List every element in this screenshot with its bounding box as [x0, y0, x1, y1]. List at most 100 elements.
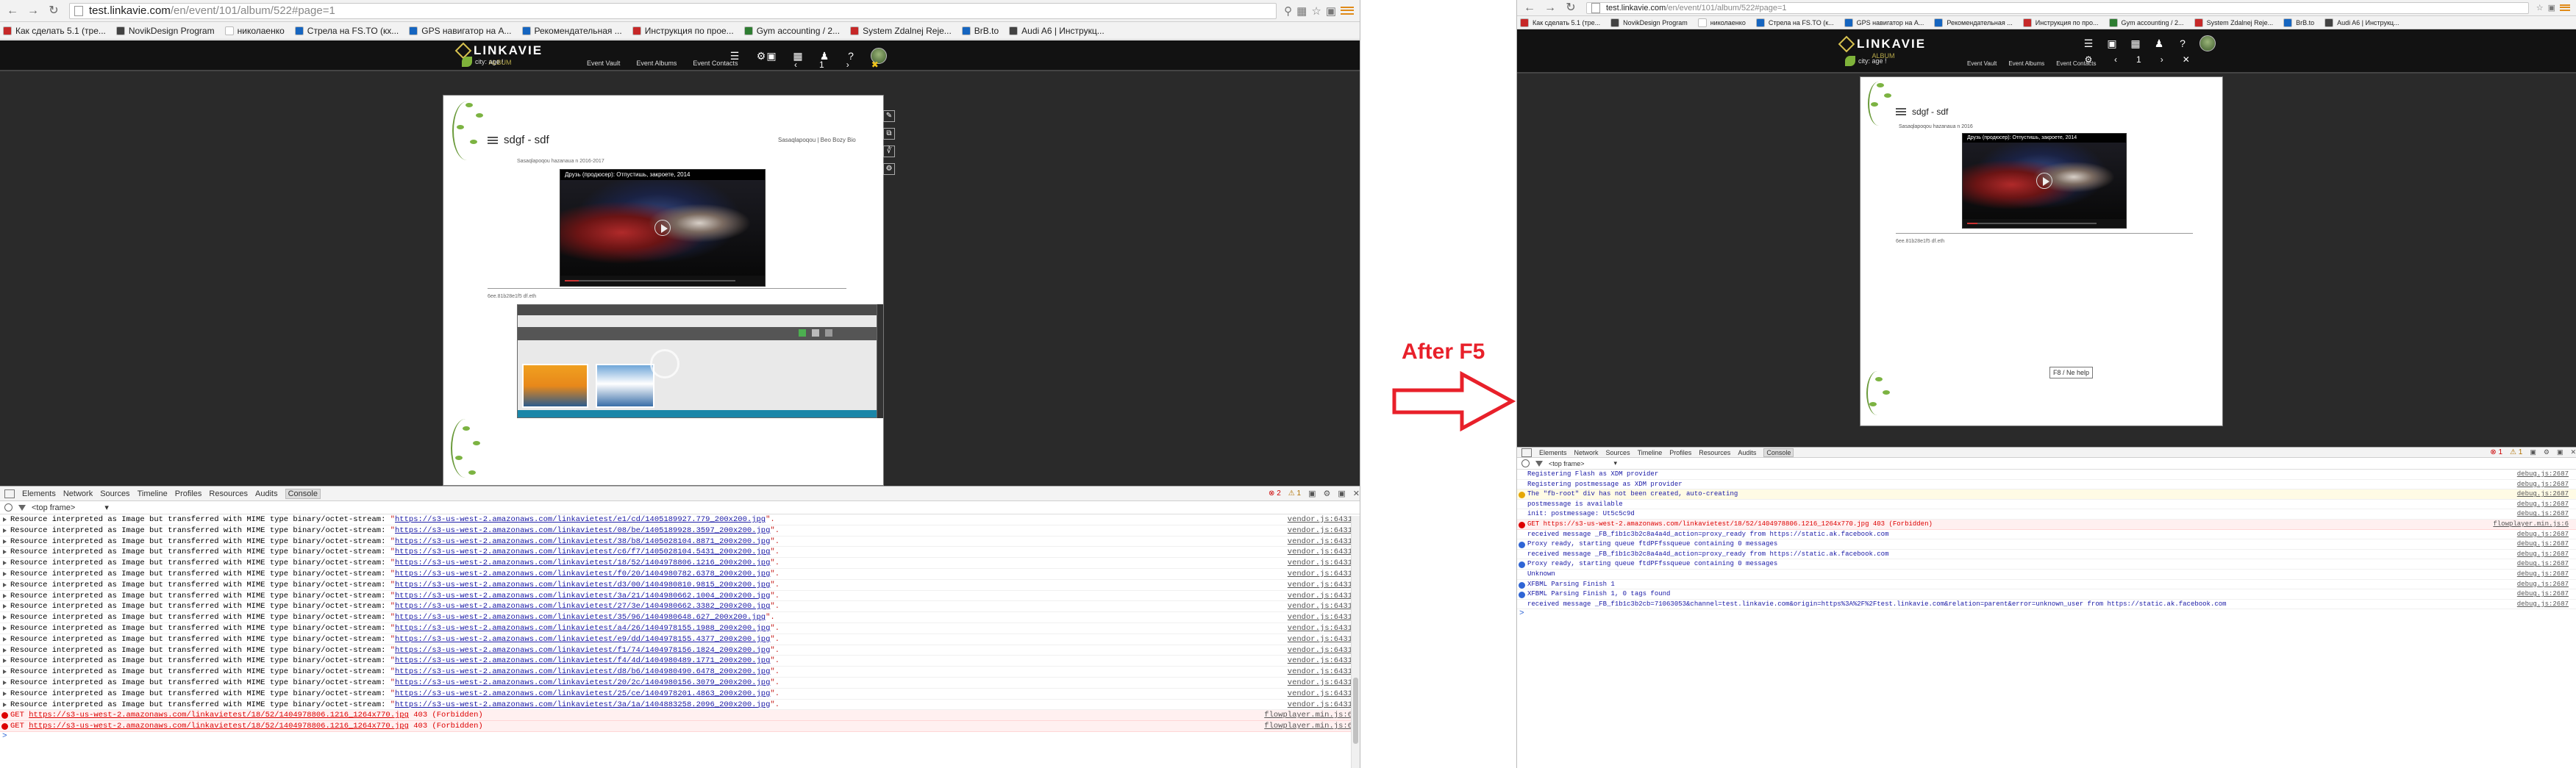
bookmark-item[interactable]: NovikDesign Program: [115, 26, 215, 36]
tab-console[interactable]: Console: [285, 488, 321, 499]
nav-event-albums[interactable]: Event Albums: [2008, 60, 2044, 67]
tab-timeline[interactable]: Timeline: [1638, 449, 1663, 456]
menu-icon[interactable]: [2560, 3, 2570, 13]
bookmark-item[interactable]: Gym accounting / 2...: [743, 26, 840, 36]
expand-triangle-icon[interactable]: [3, 517, 7, 522]
console-source-link[interactable]: flowplayer.min.js:6: [1261, 721, 1352, 731]
bookmark-item[interactable]: Audi A6 | Инструкц...: [1009, 26, 1105, 36]
console-source-link[interactable]: vendor.js:6431: [1284, 612, 1352, 622]
inspect-icon[interactable]: [4, 489, 15, 498]
list-icon[interactable]: [488, 136, 498, 144]
console-url-link[interactable]: https://s3-us-west-2.amazonaws.com/linka…: [395, 656, 770, 665]
console-prompt[interactable]: [1517, 609, 2576, 620]
add-icon[interactable]: [799, 329, 806, 337]
console-url-link[interactable]: https://s3-us-west-2.amazonaws.com/linka…: [395, 581, 770, 589]
bookmark-item[interactable]: Инструкция по прое...: [632, 26, 734, 36]
expand-triangle-icon[interactable]: [3, 680, 7, 685]
page-action-icon[interactable]: ▣: [1326, 4, 1336, 18]
reload-icon[interactable]: ↻: [46, 3, 62, 19]
bookmark-item[interactable]: Как сделать 5.1 (тре...: [1520, 18, 1600, 27]
console-url-link[interactable]: https://s3-us-west-2.amazonaws.com/linka…: [395, 602, 770, 611]
inspect-icon[interactable]: [1521, 448, 1532, 457]
photo-thumbnail[interactable]: [522, 364, 588, 408]
console-source-link[interactable]: debug.js:2687: [2513, 489, 2569, 499]
console-source-link[interactable]: debug.js:2687: [2513, 470, 2569, 479]
play-icon[interactable]: [654, 220, 671, 236]
console-source-link[interactable]: debug.js:2687: [2513, 539, 2569, 549]
error-count-badge[interactable]: ⊗ 2: [1269, 489, 1281, 498]
list-icon[interactable]: ☰: [728, 49, 741, 62]
menu-icon[interactable]: [1341, 4, 1354, 18]
tab-profiles[interactable]: Profiles: [175, 489, 202, 498]
nav-event-vault[interactable]: Event Vault: [587, 60, 620, 67]
search-icon[interactable]: ⚲: [1284, 4, 1292, 18]
delete-icon[interactable]: [825, 329, 832, 337]
console-source-link[interactable]: vendor.js:6431: [1284, 601, 1352, 612]
console-url-link[interactable]: https://s3-us-west-2.amazonaws.com/linka…: [29, 711, 409, 719]
expand-triangle-icon[interactable]: [3, 571, 7, 576]
console-url-link[interactable]: https://s3-us-west-2.amazonaws.com/linka…: [395, 548, 770, 556]
bookmark-item[interactable]: Gym accounting / 2...: [2108, 18, 2184, 27]
bookmark-item[interactable]: NovikDesign Program: [1610, 18, 1688, 27]
expand-triangle-icon[interactable]: [3, 528, 7, 533]
expand-triangle-icon[interactable]: [3, 593, 7, 598]
expand-icon[interactable]: ✖: [871, 60, 879, 70]
edit-icon[interactable]: ✎: [883, 110, 895, 122]
console-source-link[interactable]: vendor.js:6431: [1284, 677, 1352, 688]
execute-script-icon[interactable]: ▣: [2530, 448, 2536, 456]
console-url-link[interactable]: https://s3-us-west-2.amazonaws.com/linka…: [395, 537, 770, 546]
settings-icon[interactable]: ⚙: [2544, 448, 2550, 456]
warning-count-badge[interactable]: ⚠ 1: [2510, 448, 2522, 456]
tab-elements[interactable]: Elements: [22, 489, 56, 498]
clear-console-icon[interactable]: [4, 503, 13, 512]
list-icon[interactable]: [1896, 108, 1906, 115]
bookmark-item[interactable]: николаенко: [224, 26, 285, 36]
console-source-link[interactable]: vendor.js:6431: [1284, 536, 1352, 547]
console-source-link[interactable]: debug.js:2687: [2513, 559, 2569, 569]
console-url-link[interactable]: https://s3-us-west-2.amazonaws.com/linka…: [395, 592, 770, 600]
share-icon[interactable]: ∛: [883, 146, 895, 157]
copy-icon[interactable]: ⧉: [883, 128, 895, 140]
layout-icon[interactable]: ▣: [765, 49, 778, 62]
dock-icon[interactable]: ▣: [1338, 489, 1345, 498]
console-source-link[interactable]: vendor.js:6431: [1284, 622, 1352, 634]
bookmark-item[interactable]: GPS навигатор на A...: [1844, 18, 1924, 27]
console-source-link[interactable]: vendor.js:6431: [1284, 525, 1352, 536]
console-source-link[interactable]: debug.js:2687: [2513, 509, 2569, 519]
video-controls[interactable]: [560, 276, 765, 286]
console-url-link[interactable]: https://s3-us-west-2.amazonaws.com/linka…: [395, 526, 770, 535]
dock-icon[interactable]: ▣: [2557, 448, 2563, 456]
gear-icon[interactable]: ⚙: [2082, 53, 2095, 66]
city-label[interactable]: city: age !: [475, 58, 504, 65]
tab-console[interactable]: Console: [1763, 448, 1794, 457]
console-source-link[interactable]: vendor.js:6431: [1284, 547, 1352, 558]
tab-elements[interactable]: Elements: [1539, 449, 1567, 456]
grid-icon[interactable]: ▦: [2129, 37, 2142, 50]
people-icon[interactable]: ♟: [2152, 37, 2166, 50]
console-source-link[interactable]: vendor.js:6431: [1284, 667, 1352, 677]
console-source-link[interactable]: debug.js:2687: [2513, 499, 2569, 509]
expand-triangle-icon[interactable]: [3, 550, 7, 555]
console-source-link[interactable]: debug.js:2687: [2513, 549, 2569, 559]
bookmark-item[interactable]: Рекомендательная ...: [1934, 18, 2013, 27]
bookmark-item[interactable]: Стрела на FS.TO (к...: [1755, 18, 1834, 27]
console-source-link[interactable]: vendor.js:6431: [1284, 514, 1352, 525]
console-url-link[interactable]: https://s3-us-west-2.amazonaws.com/linka…: [395, 515, 766, 524]
close-icon[interactable]: ✕: [1353, 489, 1360, 498]
frame-select[interactable]: <top frame> ▾: [32, 503, 109, 513]
console-url-link[interactable]: https://s3-us-west-2.amazonaws.com/linka…: [395, 700, 770, 709]
bookmark-item[interactable]: Инструкция по про...: [2022, 18, 2099, 27]
console-source-link[interactable]: debug.js:2687: [2513, 529, 2569, 539]
tab-network[interactable]: Network: [1574, 449, 1599, 456]
warning-count-badge[interactable]: ⚠ 1: [1288, 489, 1301, 498]
console-source-link[interactable]: flowplayer.min.js:6: [2490, 519, 2569, 529]
tab-sources[interactable]: Sources: [1606, 449, 1630, 456]
city-label[interactable]: city: age !: [1858, 57, 1887, 65]
url-input[interactable]: test.linkavie.com/en/event/101/album/522…: [69, 2, 1277, 19]
console-url-link[interactable]: https://s3-us-west-2.amazonaws.com/linka…: [395, 635, 770, 644]
expand-triangle-icon[interactable]: [3, 647, 7, 653]
console-source-link[interactable]: debug.js:2687: [2513, 599, 2569, 609]
expand-triangle-icon[interactable]: [3, 658, 7, 664]
star-icon[interactable]: ☆: [2536, 3, 2544, 12]
tab-audits[interactable]: Audits: [255, 489, 278, 498]
